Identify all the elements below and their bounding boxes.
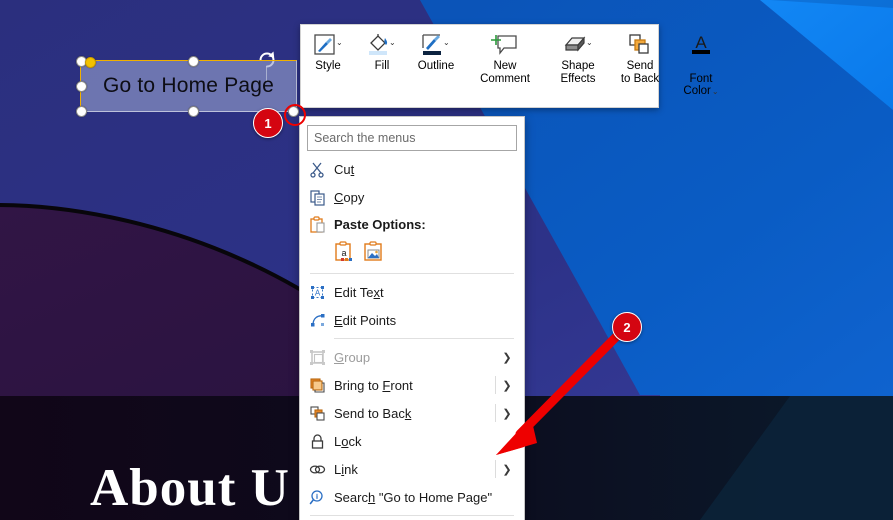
- menu-item-lock[interactable]: Lock: [300, 427, 524, 455]
- chevron-right-icon: ❯: [502, 351, 512, 364]
- shape-effects-icon: ⌄: [562, 30, 594, 60]
- mini-toolbar-group-comment: New Comment: [469, 25, 541, 107]
- font-color-label: Font Color⌄: [683, 60, 718, 99]
- send-to-back-button[interactable]: Send to Back: [609, 25, 671, 107]
- handle-bottom-left[interactable]: [76, 106, 87, 117]
- fill-bucket-icon: ⌄: [367, 30, 397, 60]
- menu-item-cut[interactable]: Cut: [300, 155, 524, 183]
- menu-item-search-selection-label: Search "Go to Home Page": [334, 489, 493, 505]
- svg-text:⌄: ⌄: [389, 38, 396, 47]
- svg-text:⌄: ⌄: [336, 38, 343, 47]
- style-button[interactable]: ⌄ Style: [301, 25, 355, 107]
- copy-icon: [300, 189, 334, 206]
- outline-button[interactable]: ⌄ Outline: [409, 25, 463, 107]
- search-the-menus-field[interactable]: Search the menus: [307, 125, 517, 151]
- menu-item-edit-text[interactable]: A Edit Text: [300, 278, 524, 306]
- svg-text:⌄: ⌄: [443, 38, 450, 47]
- bring-to-front-icon: [300, 377, 334, 394]
- handle-middle-left[interactable]: [76, 81, 87, 92]
- svg-text:A: A: [314, 288, 320, 297]
- menu-item-link-label: Link: [334, 461, 358, 477]
- shape-style-icon: ⌄: [313, 30, 343, 60]
- menu-separator-1: [310, 273, 514, 274]
- context-menu[interactable]: Search the menus Cut Copy Paste Options:…: [299, 116, 525, 520]
- menu-item-edit-text-label: Edit Text: [334, 284, 384, 300]
- menu-item-paste-options: Paste Options:: [300, 211, 524, 237]
- paste-options-label: Paste Options:: [334, 216, 426, 232]
- menu-item-copy[interactable]: Copy: [300, 183, 524, 211]
- shape-textbox[interactable]: Go to Home Page: [80, 60, 297, 112]
- search-placeholder: Search the menus: [314, 131, 416, 145]
- send-to-back-menu-icon: [300, 405, 334, 422]
- new-comment-label: New Comment: [480, 60, 530, 85]
- screenshot-root: About U Go to Home Page ⌄ Style ⌄ Fill ⌄…: [0, 0, 893, 520]
- font-color-text: Font Color: [683, 72, 713, 98]
- new-comment-icon: [491, 30, 519, 60]
- font-color-icon: A: [688, 30, 714, 60]
- svg-text:A: A: [695, 33, 707, 52]
- handle-top-center[interactable]: [188, 56, 199, 67]
- chevron-down-icon[interactable]: ⌄: [712, 87, 719, 96]
- mini-toolbar-group-shape: ⌄ Style ⌄ Fill ⌄ Outline: [301, 25, 463, 107]
- shape-outline-icon: ⌄: [420, 30, 452, 60]
- callout-badge-1: 1: [253, 108, 283, 138]
- handle-bottom-center[interactable]: [188, 106, 199, 117]
- mini-toolbar-group-arrange: ⌄ Shape Effects Send to Back A Font Colo…: [547, 25, 731, 107]
- font-color-button[interactable]: A Font Color⌄: [671, 25, 731, 107]
- link-icon: [300, 461, 334, 478]
- style-label: Style: [315, 60, 341, 72]
- svg-text:⌄: ⌄: [586, 38, 593, 47]
- callout-badge-2: 2: [612, 312, 642, 342]
- menu-item-send-to-back[interactable]: Send to Back ❯: [300, 399, 524, 427]
- shape-text: Go to Home Page: [102, 74, 275, 97]
- send-to-back-label: Send to Back: [620, 60, 660, 85]
- menu-separator-2: [334, 338, 514, 339]
- menu-item-bring-to-front-label: Bring to Front: [334, 377, 413, 393]
- chevron-right-icon[interactable]: ❯: [495, 376, 518, 394]
- menu-item-lock-label: Lock: [334, 433, 362, 449]
- chevron-right-icon[interactable]: ❯: [495, 460, 518, 478]
- clipboard-icon: [300, 215, 334, 233]
- edit-text-icon: A: [300, 284, 334, 301]
- menu-item-link[interactable]: Link ❯: [300, 455, 524, 483]
- shape-effects-label: Shape Effects: [560, 60, 596, 85]
- page-title: About U: [90, 459, 290, 517]
- handle-top-left-accent[interactable]: [85, 57, 96, 68]
- send-to-back-icon: [626, 30, 654, 60]
- edit-points-icon: [300, 312, 334, 329]
- search-info-icon: [300, 489, 334, 506]
- new-comment-button[interactable]: New Comment: [469, 25, 541, 107]
- picture-paste-icon[interactable]: [363, 240, 384, 266]
- menu-item-edit-points-label: Edit Points: [334, 312, 397, 328]
- fill-button[interactable]: ⌄ Fill: [355, 25, 409, 107]
- fill-label: Fill: [374, 60, 390, 72]
- paste-options-row[interactable]: a: [300, 237, 524, 269]
- menu-item-bring-to-front[interactable]: Bring to Front ❯: [300, 371, 524, 399]
- svg-text:a: a: [341, 248, 346, 258]
- menu-item-send-to-back-label: Send to Back: [334, 405, 412, 421]
- shape-effects-button[interactable]: ⌄ Shape Effects: [547, 25, 609, 107]
- menu-item-group-label: Group: [334, 349, 371, 365]
- outline-label: Outline: [417, 60, 455, 72]
- menu-item-copy-label: Copy: [334, 189, 365, 205]
- lock-icon: [300, 433, 334, 450]
- menu-separator-3: [310, 515, 514, 516]
- mini-toolbar[interactable]: ⌄ Style ⌄ Fill ⌄ Outline New Comment ⌄ S…: [300, 24, 719, 108]
- menu-item-group[interactable]: Group ❯: [300, 343, 524, 371]
- group-icon: [300, 349, 334, 366]
- menu-item-cut-label: Cut: [334, 161, 355, 177]
- menu-item-search-selection[interactable]: Search "Go to Home Page": [300, 483, 524, 511]
- chevron-right-icon[interactable]: ❯: [495, 404, 518, 422]
- menu-item-edit-points[interactable]: Edit Points: [300, 306, 524, 334]
- handle-highlight-ring: [284, 104, 306, 126]
- keep-text-only-icon[interactable]: a: [334, 240, 355, 266]
- scissors-icon: [300, 161, 334, 178]
